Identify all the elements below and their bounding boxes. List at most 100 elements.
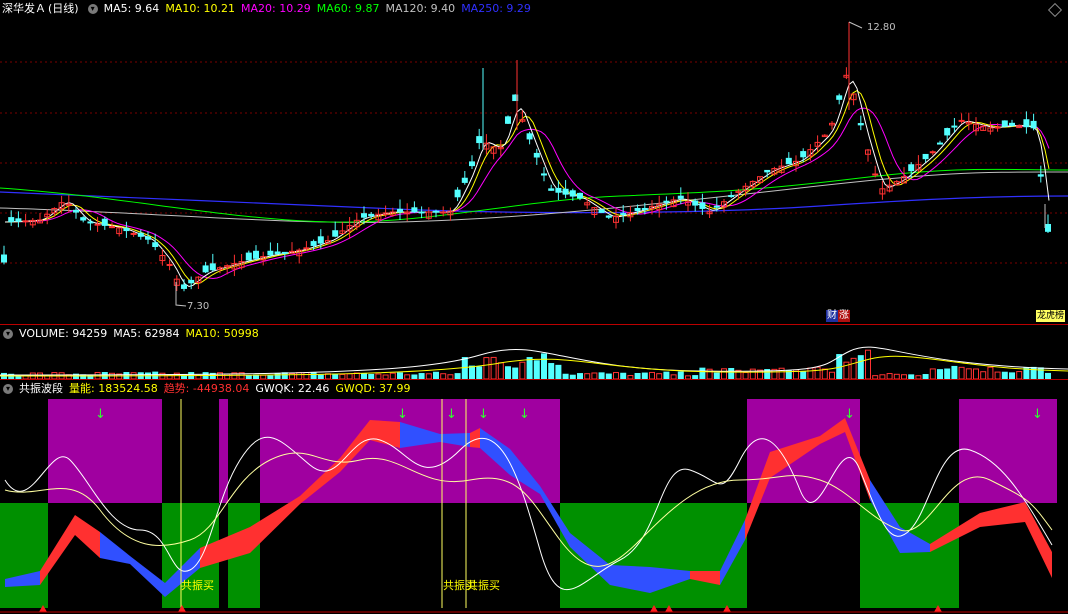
resonance-ribbon [100,532,130,564]
stock-name: 深华发Ａ [2,2,46,15]
ma120-line [0,171,1068,223]
volume-ma10: MA10: 50998 [185,327,259,340]
volume-bar [807,367,814,379]
period-label: (日线) [48,2,79,15]
indicator-chart[interactable]: ↓ ↓ ↓ ↓ ↓ ↓ ↓ [0,380,1068,614]
volume-bar [1016,371,1023,379]
ma250-line [0,191,1068,214]
candle-body [764,169,771,173]
oversold-zone [0,503,48,608]
volume-bar [533,360,540,379]
candle-body [1037,174,1044,177]
volume-bar [433,371,439,379]
ma60-label: MA60: 9.87 [316,2,380,15]
volume-ma5: MA5: 62984 [113,327,180,340]
candle-body [433,210,439,213]
oversold-zone [860,503,959,608]
volume-bar [476,366,483,379]
candle-body [181,284,187,289]
candle-body [253,250,259,259]
arrow-down-icon: ↓ [1032,407,1043,422]
volume-bar [944,368,951,379]
candle-body [145,236,151,240]
resonance-buy-label: 共振买 [181,579,214,592]
candle-body [1045,223,1051,232]
candle-body [245,252,252,261]
volume-bar [519,361,526,379]
ma5-label: MA5: 9.64 [103,2,160,15]
candle-body [800,151,807,158]
high-price-label: 12.80 [867,22,896,33]
trend-value: 趋势: -44938.04 [163,382,250,395]
volume-bar [490,356,497,379]
ma250-label: MA250: 9.29 [461,2,531,15]
gwqd-value: GWQD: 37.99 [335,382,411,395]
candle-body [836,95,843,100]
news-tag-zhang[interactable]: 涨 [838,310,850,322]
volume-bar [958,366,965,379]
volume-bar [721,368,727,379]
candle-body [598,209,605,213]
ma120-label: MA120: 9.40 [385,2,456,15]
candle-body [303,247,310,250]
volume-bar [865,349,871,379]
high-pointer [848,21,863,29]
volume-bar [857,355,864,379]
price-header: 深华发Ａ (日线) ▾ MA5: 9.64 MA10: 10.21 MA20: 10.29… [0,0,537,18]
volume-bar [526,357,533,379]
volume-label: VOLUME: 94259 [19,327,108,340]
volume-bar [505,366,511,379]
volume-bar [555,364,562,379]
candle-body [15,218,22,222]
candle-body [476,136,483,144]
volume-bar [699,367,706,379]
volume-bar [821,368,828,379]
volume-header: ▾ VOLUME: 94259 MA5: 62984 MA10: 50998 [0,325,265,343]
volume-bar [461,357,468,379]
collapse-icon[interactable]: ▾ [3,384,13,394]
candle-body [469,161,475,167]
candle-body [541,173,547,176]
indicator-header: ▾ 共振波段 量能: 183524.58 趋势: -44938.04 GWQK: 22.… [0,380,417,398]
candle-body [937,142,943,145]
candle-body [692,200,699,206]
candle-body [281,251,288,254]
arrow-down-icon: ↓ [397,407,408,422]
news-tag-longhu[interactable]: 龙虎榜 [1036,310,1066,322]
candle-body [101,218,108,226]
volume-bar [749,368,756,379]
resonance-ribbon [1025,502,1052,578]
indicator-panel[interactable]: ↓ ↓ ↓ ↓ ↓ ↓ ↓ ▾ 共振波段 量能: 183524.58 趋势: -44938.04 G… [0,380,1068,614]
candle-body [857,123,864,126]
candle-body [872,173,879,176]
candle-body [1001,120,1008,127]
volume-bar [541,353,547,379]
collapse-icon[interactable]: ▾ [87,4,98,14]
overbought-zone [260,399,560,503]
candle-body [533,152,540,158]
candle-body [166,264,173,266]
candle-body [929,151,936,154]
volume-bar [951,365,958,379]
news-tag-cai[interactable]: 财 [826,310,838,322]
candle-body [209,263,216,271]
candle-body [699,202,706,209]
candle-body [958,119,965,122]
candle-body [605,215,612,218]
price-chart[interactable] [0,0,1068,324]
candle-body [505,116,511,124]
candle-body [1030,120,1037,129]
candle-body [713,205,720,208]
arrow-down-icon: ↓ [446,407,457,422]
candle-body [94,223,101,226]
candle-body [123,227,130,232]
ma20-label: MA20: 10.29 [241,2,311,15]
candle-body [620,213,627,216]
candle-body [317,236,324,244]
candle-body [332,230,339,237]
candle-body [677,195,684,199]
collapse-icon[interactable]: ▾ [3,329,13,339]
price-panel[interactable]: 深华发Ａ (日线) ▾ MA5: 9.64 MA10: 10.21 MA20: 10.29… [0,0,1068,324]
candle-body [951,125,958,128]
volume-panel[interactable]: ▾ VOLUME: 94259 MA5: 62984 MA10: 50998 [0,325,1068,379]
